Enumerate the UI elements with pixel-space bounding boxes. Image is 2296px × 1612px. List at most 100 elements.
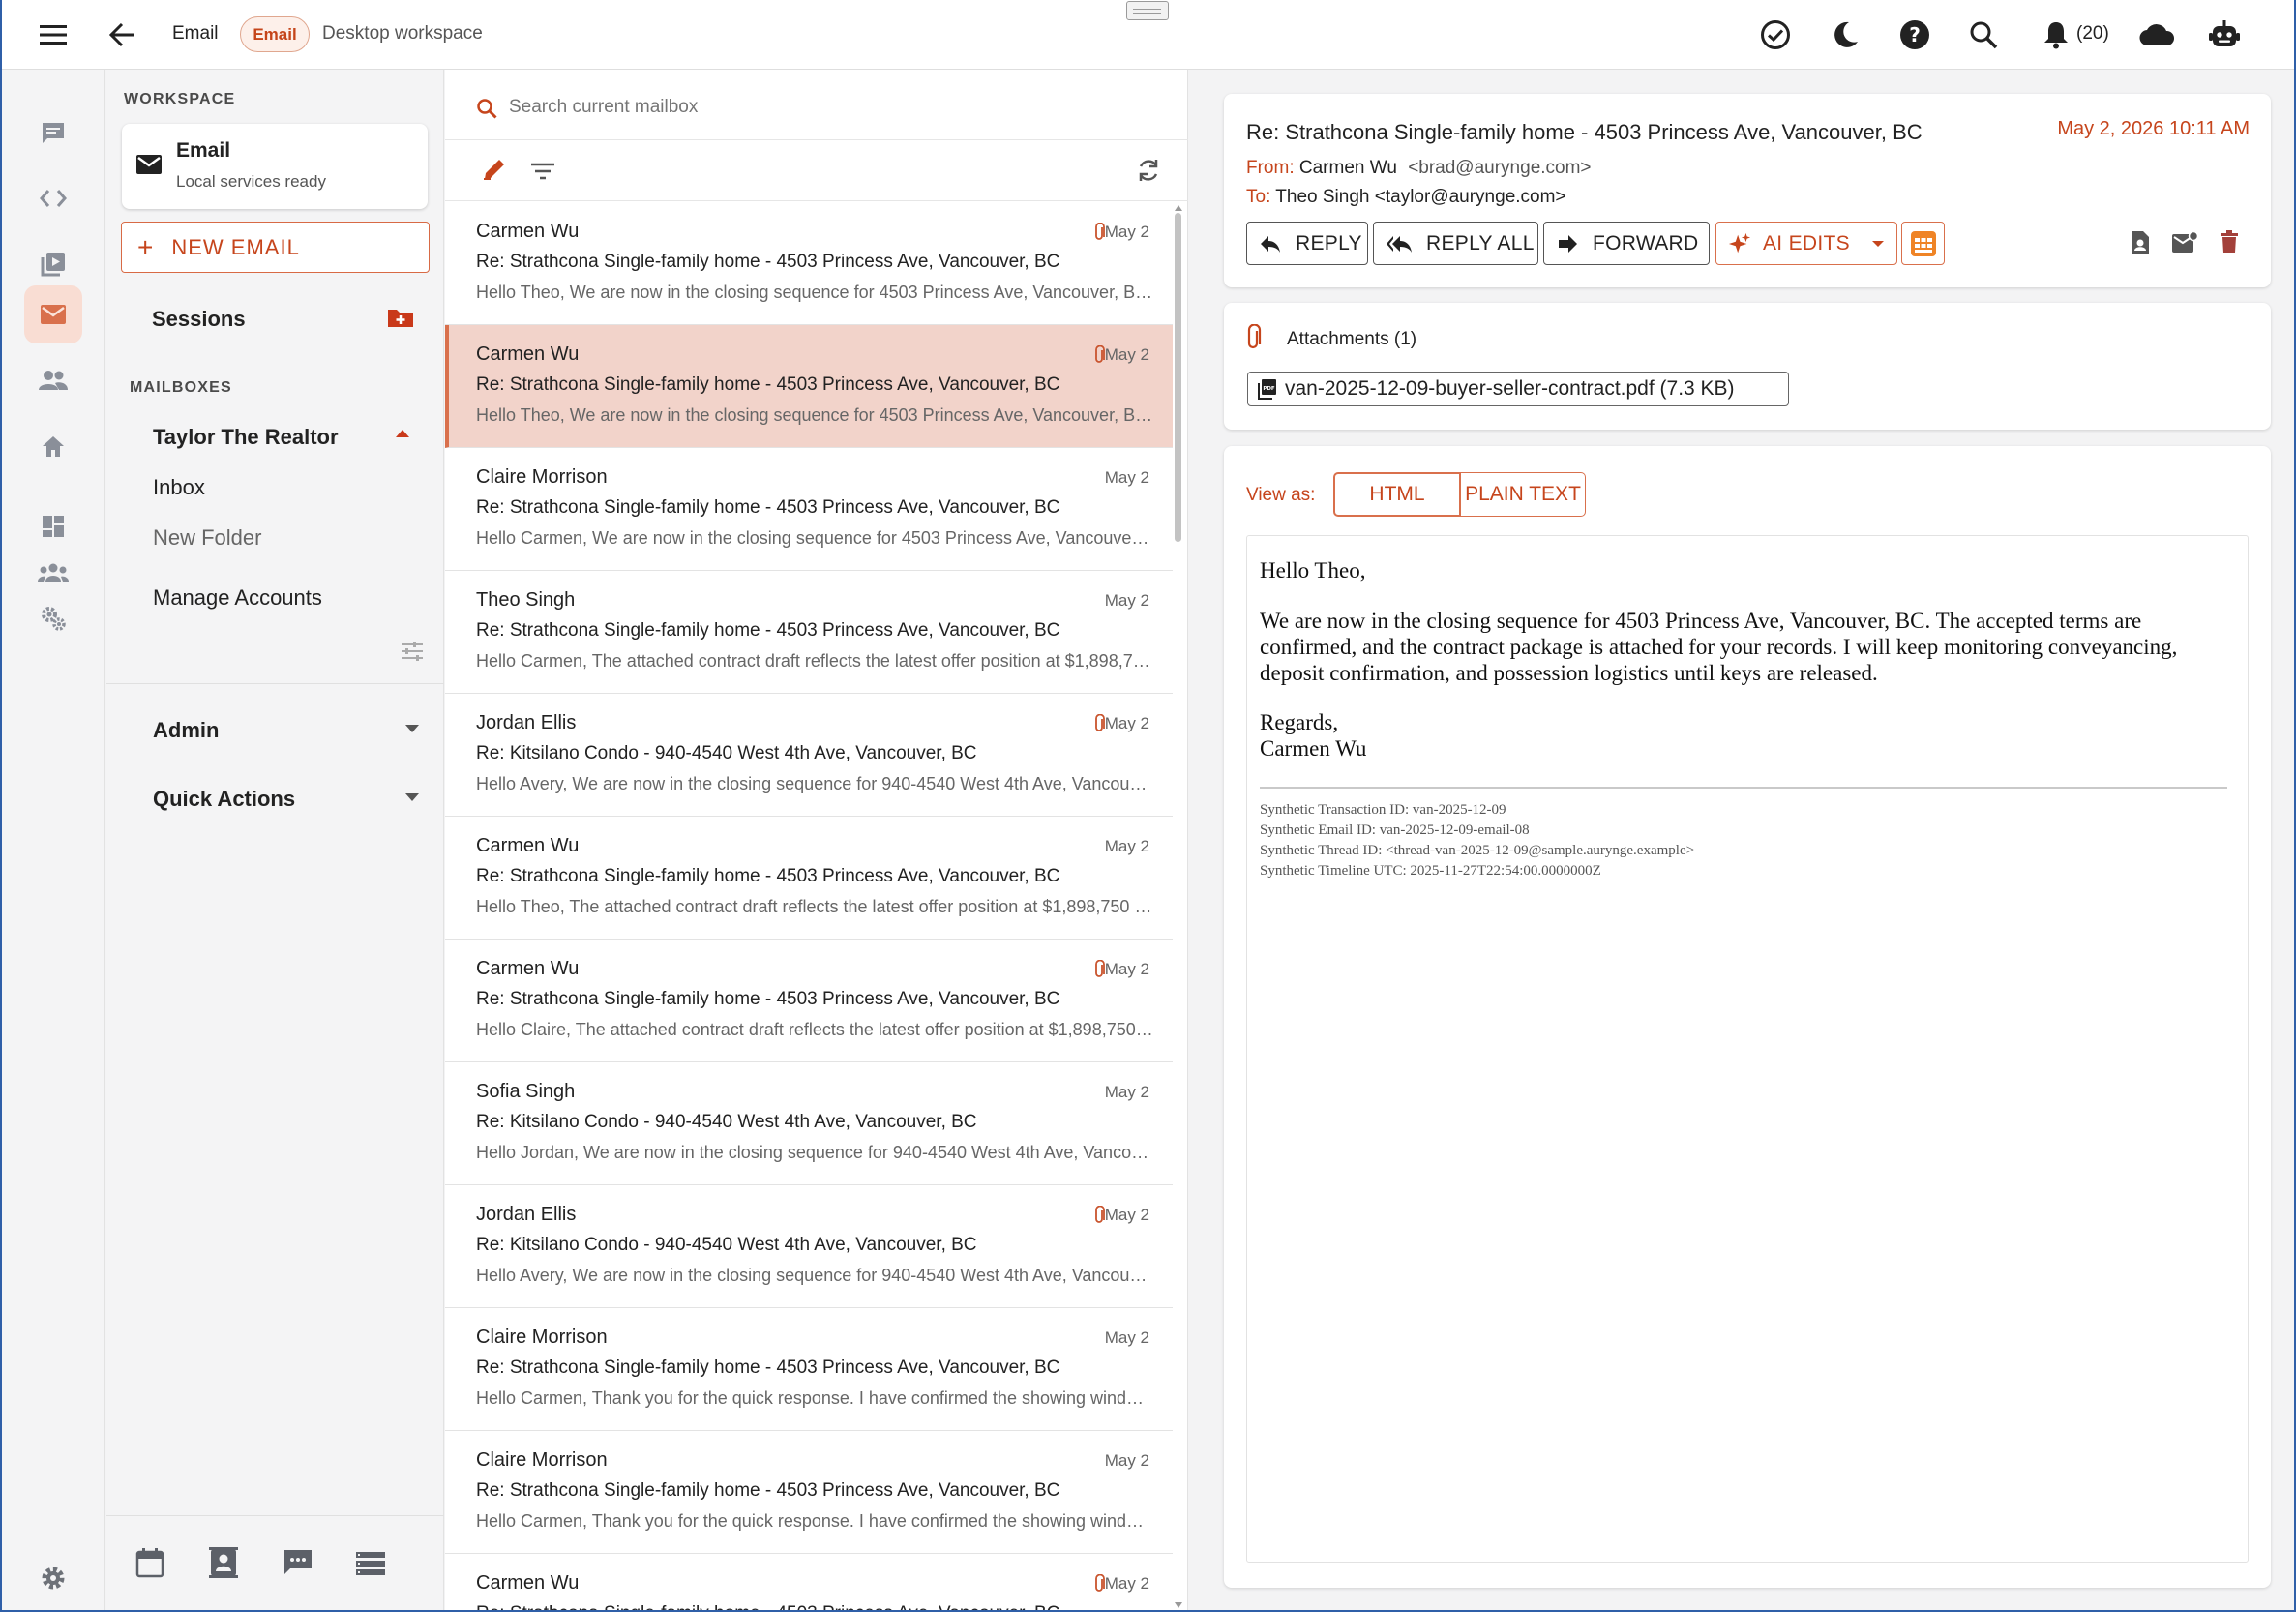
breadcrumb-workspace[interactable]: Desktop workspace xyxy=(322,23,483,45)
meta-thread-id: Synthetic Thread ID: <thread-van-2025-12… xyxy=(1260,843,1695,858)
to-value[interactable]: Theo Singh <taylor@aurynge.com> xyxy=(1275,187,1565,207)
email-icon[interactable] xyxy=(33,294,74,335)
email-preview: Hello Carmen, We are now in the closing … xyxy=(476,528,1153,548)
forward-button[interactable]: FORWARD xyxy=(1543,222,1710,265)
contacts-icon[interactable] xyxy=(33,360,74,401)
calendar-event-button[interactable] xyxy=(1901,222,1945,265)
forward-label: FORWARD xyxy=(1593,231,1699,254)
compose-pencil-icon[interactable] xyxy=(482,157,507,182)
ai-edits-label: AI EDITS xyxy=(1763,231,1850,254)
help-icon[interactable]: ? xyxy=(1896,16,1933,53)
email-sender: Claire Morrison xyxy=(476,1327,608,1348)
view-html-toggle[interactable]: HTML xyxy=(1333,472,1461,517)
email-subject: Re: Strathcona Single-family home - 4503… xyxy=(476,866,1060,886)
account-name[interactable]: Taylor The Realtor xyxy=(153,425,339,450)
window-drag-handle[interactable] xyxy=(1126,1,1169,20)
email-list-item[interactable]: Carmen WuMay 2Re: Strathcona Single-fami… xyxy=(445,1554,1173,1612)
video-library-icon[interactable] xyxy=(33,244,74,284)
filter-icon[interactable] xyxy=(530,162,555,181)
cloud-icon[interactable] xyxy=(2136,16,2177,53)
tune-settings-icon[interactable] xyxy=(401,641,424,662)
email-list-item[interactable]: Carmen WuMay 2Re: Strathcona Single-fami… xyxy=(445,325,1173,448)
contact-book-icon[interactable] xyxy=(209,1546,238,1579)
code-icon[interactable] xyxy=(33,178,74,219)
email-list-item[interactable]: Jordan Ellis May 2 Re: Kitsilano Condo - 9… xyxy=(445,1185,1173,1308)
new-session-folder-icon[interactable] xyxy=(387,307,414,328)
robot-assistant-icon[interactable] xyxy=(2206,16,2243,53)
back-arrow-icon[interactable] xyxy=(104,16,141,53)
delete-trash-icon[interactable] xyxy=(2220,230,2239,254)
home-icon[interactable] xyxy=(33,426,74,466)
workspace-card[interactable]: Email Local services ready xyxy=(122,124,428,209)
mark-unread-icon[interactable] xyxy=(2171,231,2198,254)
email-preview: Hello Avery, We are now in the closing s… xyxy=(476,1266,1153,1285)
folder-new-folder[interactable]: New Folder xyxy=(153,525,261,551)
email-subject: Re: Kitsilano Condo - 940-4540 West 4th … xyxy=(476,1235,977,1255)
reply-all-button[interactable]: REPLY ALL xyxy=(1373,222,1538,265)
email-list-item[interactable]: Claire Morrison May 2 Re: Strathcona Singl… xyxy=(445,1308,1173,1431)
ai-sparkle-icon xyxy=(1728,232,1751,253)
ai-edits-button[interactable]: AI EDITS xyxy=(1715,222,1897,265)
email-list-item[interactable]: Claire Morrison May 2 Re: Strathcona Singl… xyxy=(445,1431,1173,1554)
body-rule xyxy=(1260,787,2227,789)
collapse-caret-up-icon[interactable] xyxy=(395,429,410,438)
scroll-thumb[interactable] xyxy=(1175,213,1181,542)
hamburger-menu-icon[interactable] xyxy=(35,16,72,53)
message-icon[interactable] xyxy=(283,1548,313,1577)
email-list-item[interactable]: Claire Morrison May 2 Re: Strathcona Singl… xyxy=(445,448,1173,571)
expand-caret-down-icon[interactable] xyxy=(404,792,420,802)
sessions-label[interactable]: Sessions xyxy=(152,307,246,332)
list-view-icon[interactable] xyxy=(355,1551,386,1576)
check-circle-icon[interactable] xyxy=(1757,16,1794,53)
email-list-item[interactable]: Theo Singh May 2 Re: Strathcona Single-fam… xyxy=(445,571,1173,694)
from-email[interactable]: <brad@aurynge.com> xyxy=(1408,158,1591,178)
settings-gears-icon[interactable] xyxy=(33,598,74,639)
email-list-item[interactable]: Carmen WuMay 2Re: Strathcona Single-fami… xyxy=(445,202,1173,325)
manage-accounts-link[interactable]: Manage Accounts xyxy=(153,585,322,611)
email-list-item[interactable]: Carmen WuMay 2Re: Strathcona Single-fami… xyxy=(445,817,1173,940)
scroll-down-arrow-icon[interactable] xyxy=(1175,1602,1182,1608)
svg-text:?: ? xyxy=(1909,23,1921,46)
notifications-bell-icon[interactable] xyxy=(2038,16,2074,53)
email-date: May 2 xyxy=(1104,591,1149,610)
email-subject: Re: Strathcona Single-family home - 4503… xyxy=(476,374,1060,395)
contact-card-icon[interactable] xyxy=(2130,230,2151,255)
svg-text:PDF: PDF xyxy=(1263,386,1275,392)
attachment-chip[interactable]: PDF van-2025-12-09-buyer-seller-contract… xyxy=(1247,372,1789,406)
dark-mode-moon-icon[interactable] xyxy=(1827,16,1864,53)
view-plain-text-toggle[interactable]: PLAIN TEXT xyxy=(1461,472,1586,517)
email-sender: Carmen Wu xyxy=(476,343,580,365)
quick-actions-section-toggle[interactable]: Quick Actions xyxy=(153,787,295,812)
mailbox-search-bar[interactable] xyxy=(445,70,1188,140)
new-email-button[interactable]: + NEW EMAIL xyxy=(121,222,430,273)
settings-gear-icon[interactable] xyxy=(33,1558,74,1598)
refresh-sync-icon[interactable] xyxy=(1136,158,1161,183)
meta-transaction-id: Synthetic Transaction ID: van-2025-12-09 xyxy=(1260,802,1506,818)
email-list-item[interactable]: Sofia Singh May 2 Re: Kitsilano Condo - 94… xyxy=(445,1062,1173,1185)
view-plain-text-label: PLAIN TEXT xyxy=(1465,483,1581,505)
scroll-up-arrow-icon[interactable] xyxy=(1175,205,1182,211)
folder-inbox[interactable]: Inbox xyxy=(153,475,205,500)
admin-section-toggle[interactable]: Admin xyxy=(153,718,219,743)
breadcrumb-app[interactable]: Email xyxy=(172,23,219,45)
breadcrumb-chip[interactable]: Email xyxy=(240,16,310,52)
message-body-card: View as: HTML PLAIN TEXT Hello Theo, We … xyxy=(1224,446,2271,1588)
email-subject: Re: Strathcona Single-family home - 4503… xyxy=(476,252,1060,272)
notifications-count[interactable]: (20) xyxy=(2076,23,2109,45)
dashboard-icon[interactable] xyxy=(33,506,74,547)
email-list-item[interactable]: Carmen WuMay 2Re: Strathcona Single-fami… xyxy=(445,940,1173,1062)
list-scrollbar[interactable] xyxy=(1174,205,1182,1608)
expand-caret-down-icon[interactable] xyxy=(404,724,420,733)
search-icon[interactable] xyxy=(1965,16,2002,53)
email-date: May 2 xyxy=(1104,1083,1149,1101)
reply-button[interactable]: REPLY xyxy=(1246,222,1368,265)
groups-icon[interactable] xyxy=(33,552,74,593)
view-as-label: View as: xyxy=(1246,485,1316,505)
mailbox-search-input[interactable] xyxy=(509,91,1089,124)
calendar-grid-icon xyxy=(1910,230,1936,256)
calendar-icon[interactable] xyxy=(135,1547,164,1578)
email-list-item[interactable]: Jordan Ellis May 2 Re: Kitsilano Condo - 9… xyxy=(445,694,1173,817)
from-name[interactable]: Carmen Wu xyxy=(1299,158,1397,178)
chat-icon[interactable] xyxy=(33,112,74,153)
ai-edits-dropdown-caret-icon[interactable] xyxy=(1871,240,1885,248)
